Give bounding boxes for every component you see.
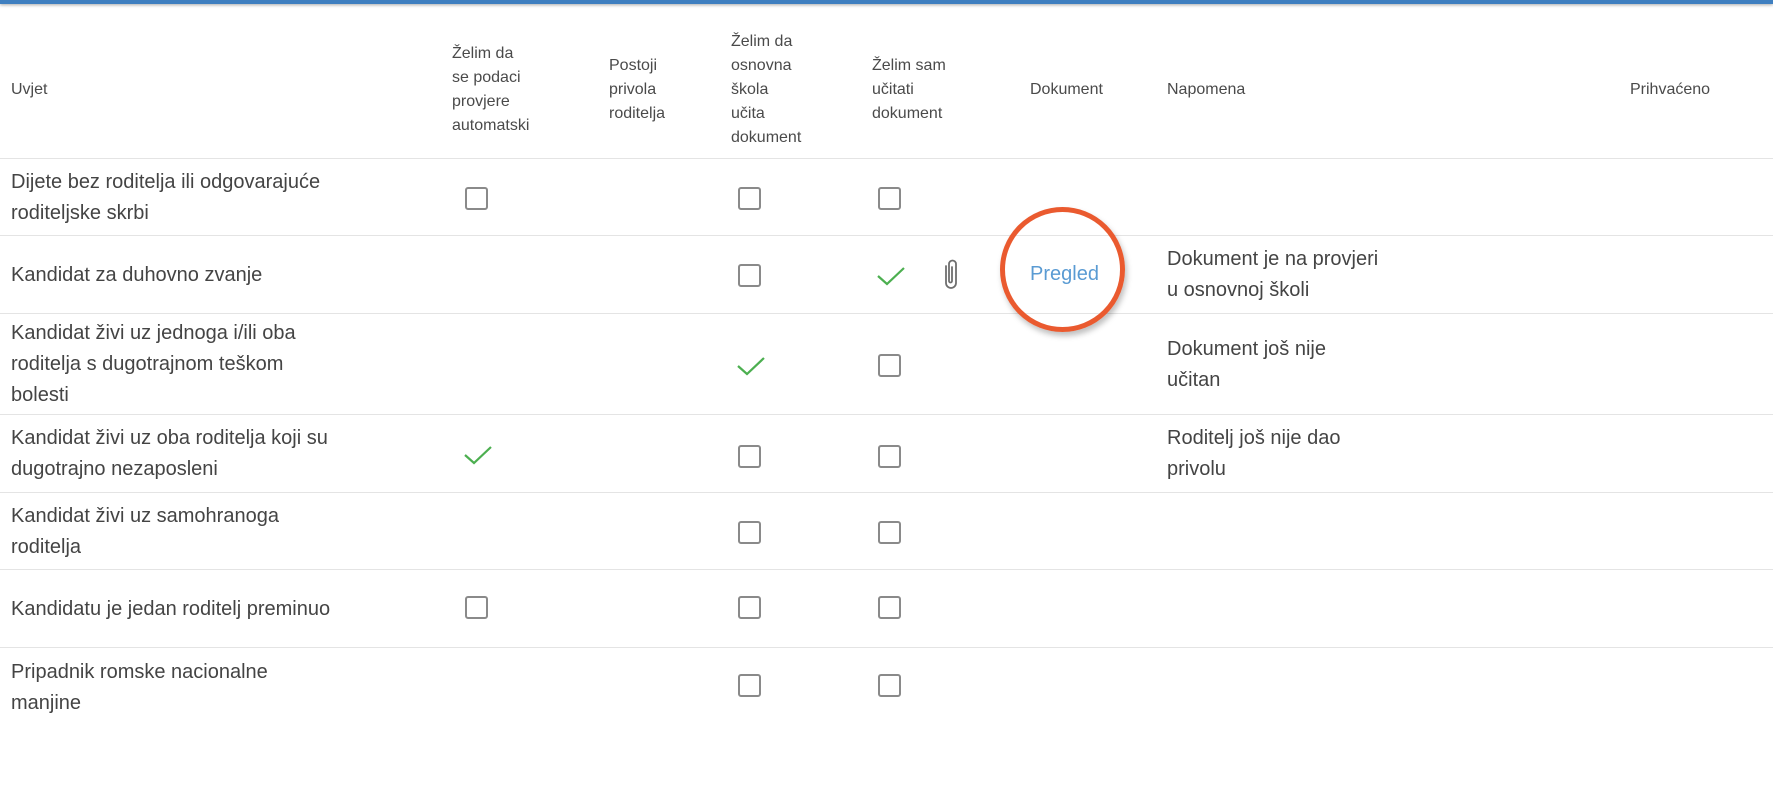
self-upload-checkbox[interactable] [878,596,901,619]
condition-label: Dijete bez roditelja ili odgovarajuće ro… [11,170,321,224]
self-upload-checkbox[interactable] [878,445,901,468]
condition-label: Kandidat živi uz jednoga i/ili oba rodit… [11,322,296,406]
table-row: Kandidatu je jedan roditelj preminuo [0,569,1773,648]
header-note: Napomena [1167,80,1246,98]
school-upload-checkbox[interactable] [738,521,761,544]
auto-check-checkbox[interactable] [465,187,488,210]
note-text: Dokument je na provjeri u osnovnoj školi [1167,248,1379,301]
header-accepted: Prihvaćeno [1630,80,1711,98]
auto-check-checkbox[interactable] [465,596,488,619]
paperclip-icon[interactable] [940,256,962,292]
self-upload-checkbox[interactable] [878,354,901,377]
header-self-upload: Želim sam učitati dokument [872,56,946,122]
document-preview-link[interactable]: Pregled [1030,263,1099,286]
school-upload-checkbox[interactable] [738,674,761,697]
school-upload-checkbox[interactable] [738,596,761,619]
table-header: Uvjet Želim da se podaci provjere automa… [0,4,1773,175]
condition-label: Pripadnik romske nacionalne manjine [11,661,268,714]
header-parent-consent: Postoji privola roditelja [609,56,666,122]
condition-label: Kandidat živi uz oba roditelja koji su d… [11,427,328,480]
table-row: Kandidat za duhovno zvanje Pregled Dokum… [0,235,1773,314]
note-text: Roditelj još nije dao privolu [1167,427,1341,480]
condition-label: Kandidatu je jedan roditelj preminuo [11,597,331,620]
check-icon[interactable] [875,264,907,288]
self-upload-checkbox[interactable] [878,674,901,697]
condition-label: Kandidat živi uz samohranoga roditelja [11,504,279,558]
header-document: Dokument [1030,80,1103,98]
condition-label: Kandidat za duhovno zvanje [11,263,263,286]
self-upload-checkbox[interactable] [878,521,901,544]
check-icon[interactable] [735,354,767,378]
note-text: Dokument još nije učitan [1167,337,1326,391]
table-row: Kandidat živi uz samohranoga roditelja [0,492,1773,570]
header-condition: Uvjet [11,80,48,98]
table-row: Dijete bez roditelja ili odgovarajuće ro… [0,158,1773,236]
check-icon[interactable] [462,443,494,467]
table-row: Pripadnik romske nacionalne manjine [0,647,1773,807]
table-row: Kandidat živi uz jednoga i/ili oba rodit… [0,313,1773,415]
header-auto-check: Želim da se podaci provjere automatski [452,44,530,134]
school-upload-checkbox[interactable] [738,445,761,468]
header-school-upload: Želim da osnovna škola učita dokument [731,32,802,146]
school-upload-checkbox[interactable] [738,264,761,287]
school-upload-checkbox[interactable] [738,187,761,210]
table-row: Kandidat živi uz oba roditelja koji su d… [0,414,1773,493]
self-upload-checkbox[interactable] [878,187,901,210]
